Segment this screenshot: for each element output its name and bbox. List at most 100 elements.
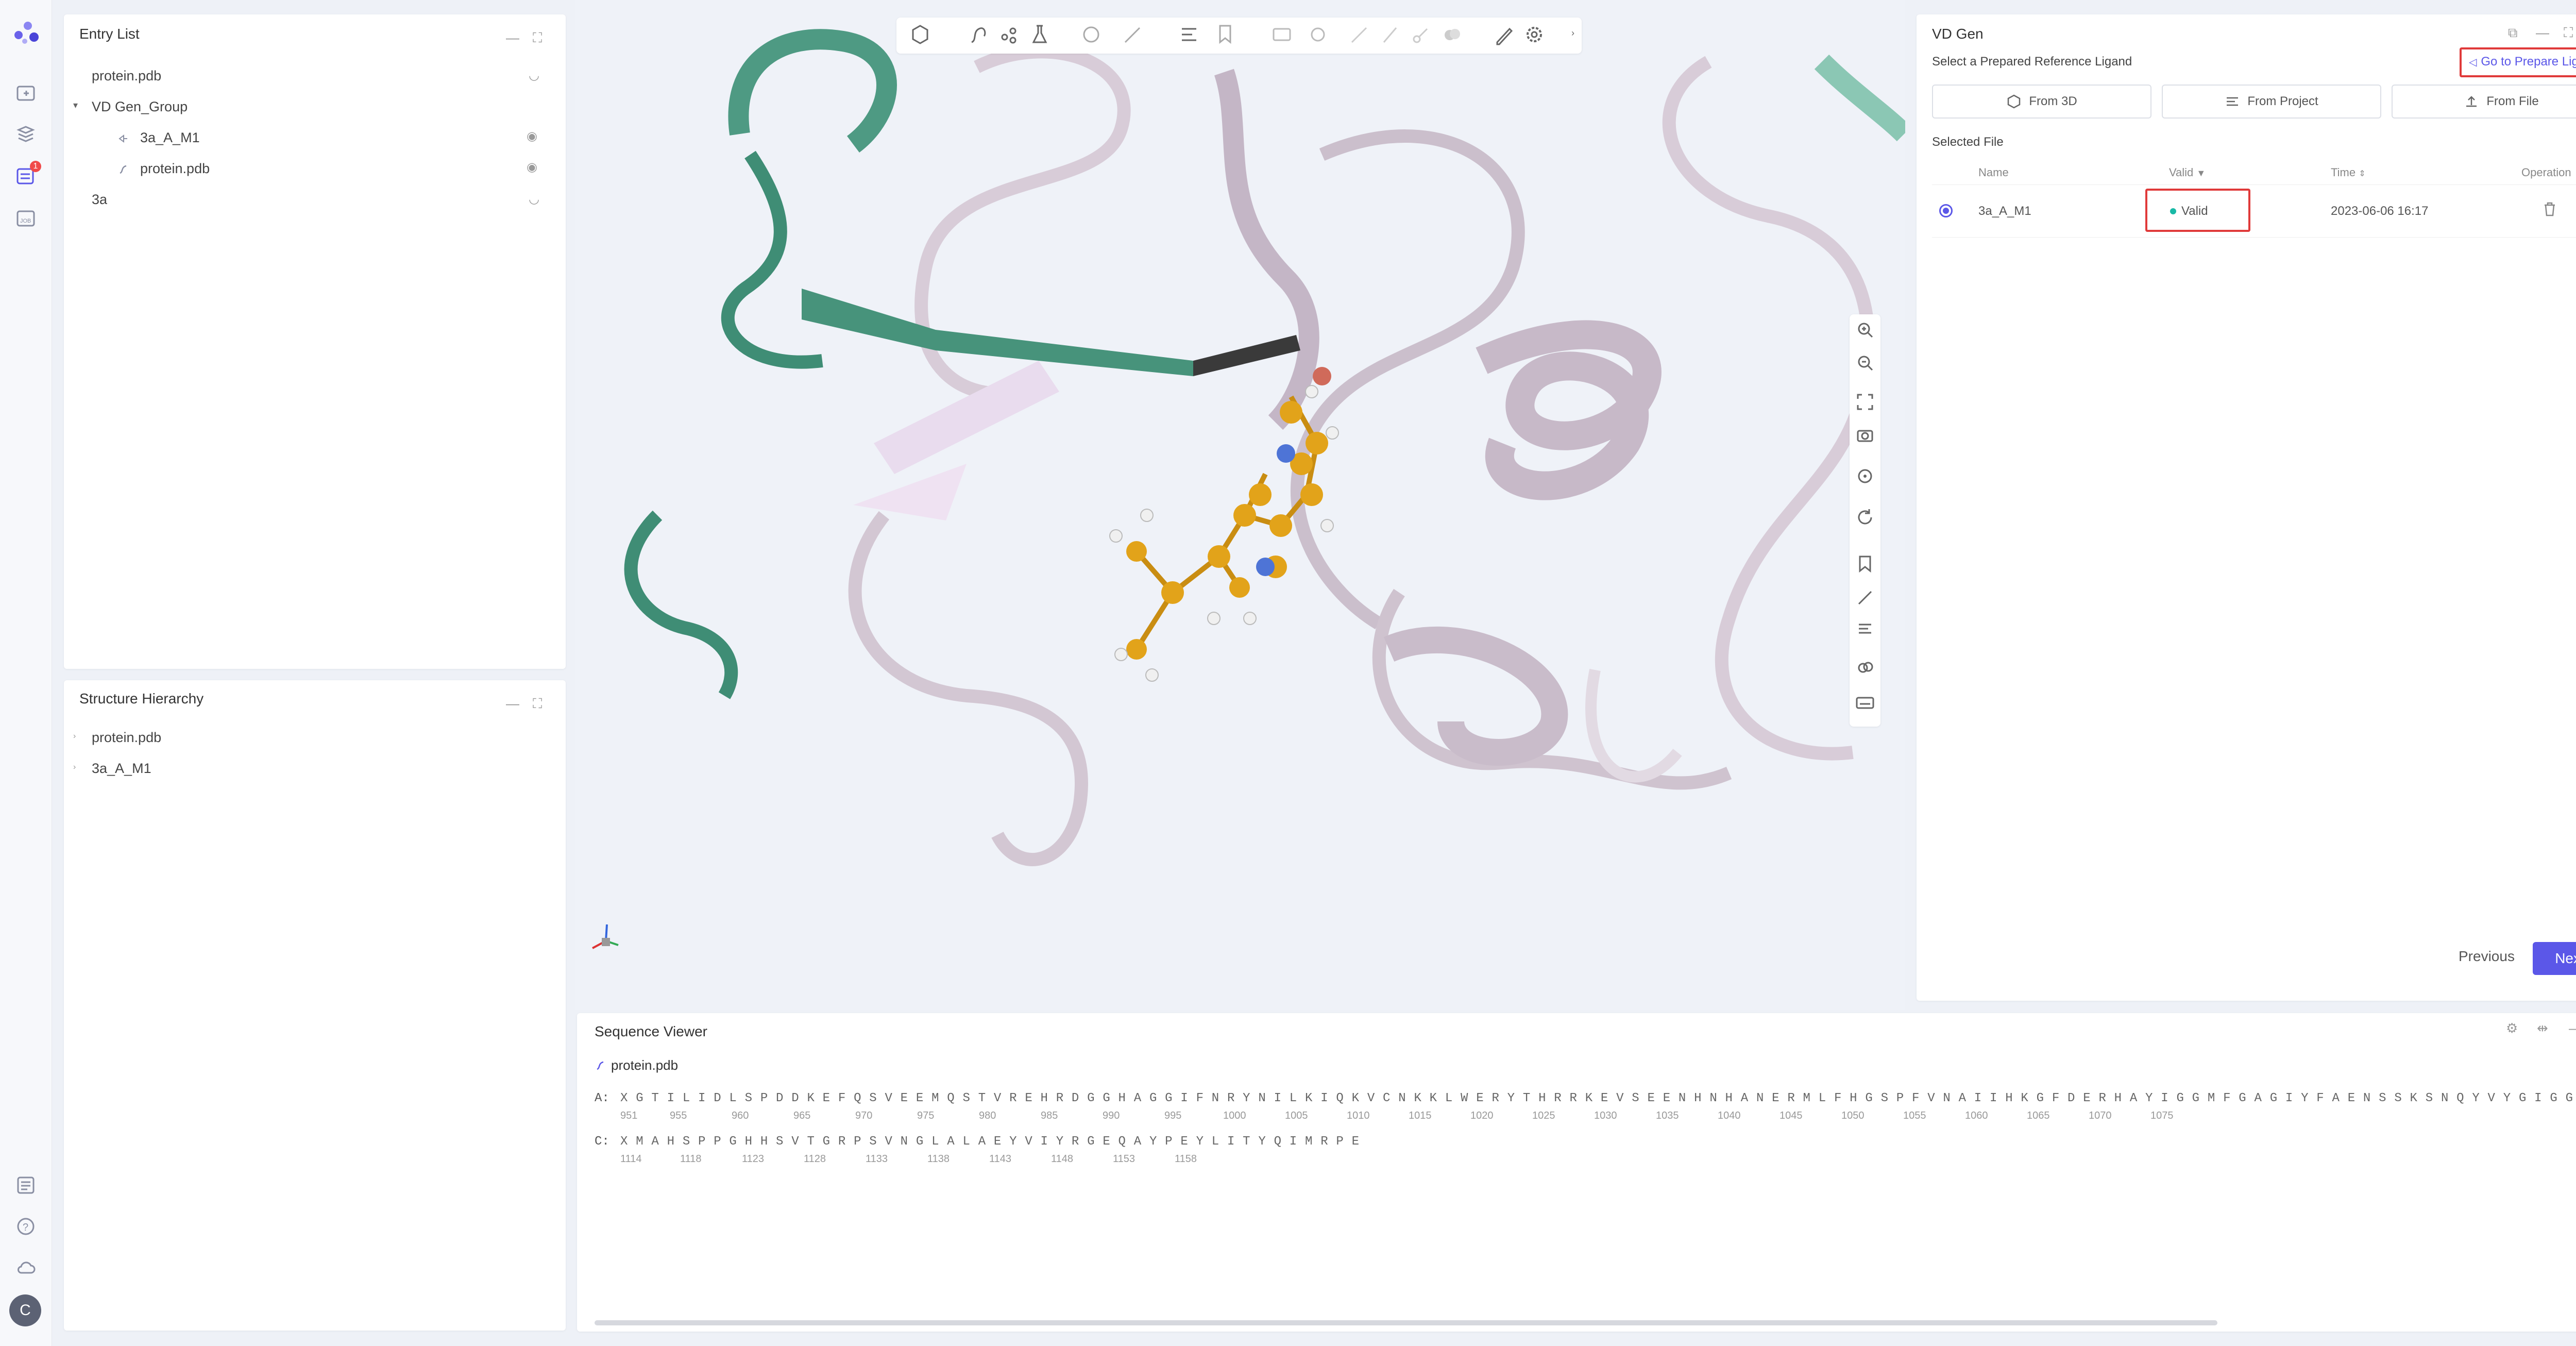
sequence-fit-icon[interactable]: ⇹ bbox=[2537, 1020, 2548, 1036]
residue-number: 1030 bbox=[1594, 1110, 1617, 1121]
from-3d-button[interactable]: From 3D bbox=[1932, 85, 2151, 119]
eye-closed-icon[interactable]: ◡ bbox=[529, 68, 539, 83]
line-tool-icon[interactable] bbox=[1348, 22, 1370, 47]
column-time[interactable]: Time ⇕ bbox=[2331, 166, 2366, 179]
table-row[interactable]: 3a_A_M1 Valid 2023-06-06 16:17 bbox=[1932, 186, 2576, 238]
sequence-settings-icon[interactable]: ⚙ bbox=[2506, 1020, 2518, 1036]
project-folder-icon[interactable] bbox=[15, 82, 36, 103]
molecule-style-icon[interactable] bbox=[997, 22, 1020, 47]
entry-group-protein-pdb[interactable]: protein.pdb bbox=[140, 161, 210, 177]
select-mode-icon[interactable] bbox=[909, 22, 931, 47]
previous-button[interactable]: Previous bbox=[2459, 948, 2515, 965]
pen-tool-icon[interactable] bbox=[1379, 22, 1401, 47]
residue-number: 1158 bbox=[1175, 1153, 1197, 1165]
entry-list-panel: Entry List — ⛶ protein.pdb ◡ ▾ VD Gen_Gr… bbox=[64, 14, 566, 669]
copy-window-icon[interactable]: ⧉ bbox=[2508, 25, 2518, 41]
filter-icon[interactable]: ▼ bbox=[2196, 168, 2206, 178]
layers-icon[interactable] bbox=[15, 124, 36, 144]
ruler-icon[interactable] bbox=[1855, 587, 1875, 608]
minimize-icon[interactable]: — bbox=[506, 30, 519, 46]
minimize-icon[interactable]: — bbox=[2569, 1020, 2576, 1036]
residue-number: 951 bbox=[620, 1110, 638, 1121]
measure-icon[interactable] bbox=[1121, 22, 1144, 47]
residue-number: 1065 bbox=[2027, 1110, 2050, 1121]
protein-ribbon-render[interactable] bbox=[575, 0, 1905, 1010]
row-name: 3a_A_M1 bbox=[1978, 204, 2031, 218]
maximize-icon[interactable]: ⛶ bbox=[2564, 25, 2573, 41]
entry-3a[interactable]: 3a bbox=[92, 192, 107, 208]
rotate-icon[interactable] bbox=[1855, 507, 1875, 528]
toolbar-expand-icon[interactable]: › bbox=[1571, 28, 1574, 39]
jobs-icon[interactable]: JOB bbox=[15, 208, 36, 229]
minimize-icon[interactable]: — bbox=[2536, 25, 2549, 41]
viewer-side-tools bbox=[1850, 314, 1880, 727]
docs-icon[interactable] bbox=[15, 1175, 36, 1196]
delete-trash-icon[interactable] bbox=[2542, 201, 2557, 217]
cloud-icon[interactable] bbox=[15, 1257, 36, 1278]
maximize-icon[interactable]: ⛶ bbox=[533, 696, 542, 712]
bookmark-add-icon[interactable] bbox=[1855, 553, 1875, 574]
valid-dot bbox=[2170, 208, 2176, 214]
go-to-prepare-ligand-link[interactable]: ◁ Go to Prepare Ligand bbox=[2469, 55, 2576, 69]
minimize-icon[interactable]: — bbox=[506, 696, 519, 712]
horizontal-scrollbar[interactable] bbox=[595, 1320, 2217, 1325]
maximize-icon[interactable]: ⛶ bbox=[533, 30, 542, 46]
key-icon[interactable] bbox=[1410, 22, 1432, 47]
cloud-surface-icon[interactable] bbox=[1440, 22, 1463, 47]
cloud-tool-icon[interactable] bbox=[1855, 657, 1875, 677]
user-avatar[interactable]: C bbox=[9, 1294, 41, 1326]
go-to-prepare-ligand-label: Go to Prepare Ligand bbox=[2481, 55, 2576, 69]
residue-number: 1000 bbox=[1223, 1110, 1246, 1121]
eye-icon[interactable]: ◉ bbox=[527, 129, 537, 144]
residue-number: 1040 bbox=[1718, 1110, 1741, 1121]
ribbon-style-icon[interactable] bbox=[967, 22, 989, 47]
next-button[interactable]: Next bbox=[2533, 942, 2576, 975]
app-logo-icon[interactable] bbox=[8, 14, 43, 49]
molecule-3d-viewer[interactable] bbox=[575, 0, 1905, 1010]
residue-number: 1133 bbox=[866, 1153, 888, 1165]
list-tool-icon[interactable] bbox=[1855, 618, 1875, 639]
zoom-out-icon[interactable] bbox=[1855, 352, 1875, 373]
settings-gear-icon[interactable] bbox=[1523, 22, 1546, 47]
caret-right-icon[interactable]: › bbox=[73, 763, 76, 772]
row-radio-selected[interactable] bbox=[1939, 204, 1953, 217]
residue-number: 1015 bbox=[1409, 1110, 1432, 1121]
residue-number: 1025 bbox=[1532, 1110, 1555, 1121]
help-icon[interactable]: ? bbox=[15, 1216, 36, 1237]
surface-icon[interactable] bbox=[1080, 22, 1103, 47]
label-icon[interactable] bbox=[1270, 22, 1293, 47]
center-target-icon[interactable] bbox=[1855, 466, 1875, 486]
eye-icon[interactable]: ◉ bbox=[527, 160, 537, 175]
protein-icon bbox=[597, 1061, 604, 1070]
chain-a-sequence[interactable]: X G T I L I D L S P D D K E F Q S V E E … bbox=[620, 1091, 2576, 1105]
keyboard-icon[interactable] bbox=[1855, 693, 1875, 713]
structure-3a-a-m1[interactable]: 3a_A_M1 bbox=[92, 761, 151, 777]
fit-view-icon[interactable] bbox=[1855, 392, 1875, 412]
edit-icon[interactable] bbox=[1492, 22, 1515, 47]
flask-icon[interactable] bbox=[1028, 22, 1051, 47]
caret-down-icon[interactable]: ▾ bbox=[73, 100, 78, 111]
axis-gizmo bbox=[592, 924, 619, 949]
from-project-button[interactable]: From Project bbox=[2162, 85, 2381, 119]
cube-3d-icon bbox=[2008, 94, 2021, 109]
from-3d-label: From 3D bbox=[2029, 94, 2077, 108]
residue-number: 995 bbox=[1164, 1110, 1182, 1121]
residue-number: 1128 bbox=[804, 1153, 826, 1165]
zoom-in-icon[interactable] bbox=[1855, 319, 1875, 340]
chain-c-sequence[interactable]: X M A H S P P G H H S V T G R P S V N G … bbox=[620, 1135, 1360, 1149]
column-valid[interactable]: Valid ▼ bbox=[2169, 166, 2206, 179]
svg-text:JOB: JOB bbox=[20, 218, 31, 224]
chain-c-label: C: bbox=[595, 1135, 609, 1149]
bookmark-icon[interactable] bbox=[1214, 22, 1236, 47]
pocket-icon[interactable] bbox=[1307, 22, 1329, 47]
caret-right-icon[interactable]: › bbox=[73, 732, 76, 741]
entry-protein-pdb[interactable]: protein.pdb bbox=[92, 68, 161, 84]
from-file-button[interactable]: From File bbox=[2392, 85, 2576, 119]
entry-vd-gen-group[interactable]: VD Gen_Group bbox=[92, 99, 188, 115]
structure-protein-pdb[interactable]: protein.pdb bbox=[92, 730, 161, 746]
align-icon[interactable] bbox=[1178, 22, 1200, 47]
camera-icon[interactable] bbox=[1855, 425, 1875, 445]
eye-closed-icon[interactable]: ◡ bbox=[529, 192, 539, 207]
sort-icon[interactable]: ⇕ bbox=[2359, 170, 2365, 178]
entry-3a-a-m1[interactable]: 3a_A_M1 bbox=[140, 130, 200, 146]
